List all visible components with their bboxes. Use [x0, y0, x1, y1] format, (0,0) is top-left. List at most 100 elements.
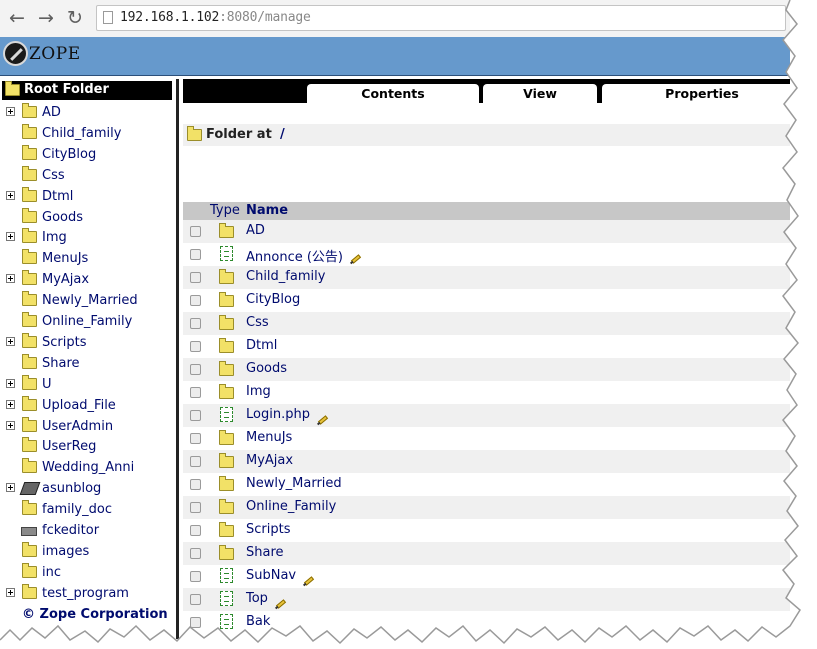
sidebar-item[interactable]: Newly_Married: [0, 291, 176, 312]
sidebar-item[interactable]: Child_family: [0, 123, 176, 145]
folder-icon[interactable]: [219, 476, 234, 491]
row-name-link[interactable]: Scripts: [246, 522, 290, 537]
expand-plus-icon[interactable]: [6, 232, 15, 242]
row-name-link[interactable]: CityBlog: [246, 292, 300, 307]
address-url[interactable]: 192.168.1.102:8080/manage: [120, 10, 311, 25]
pencil-icon[interactable]: [317, 415, 329, 425]
expand-plus-icon[interactable]: [6, 336, 15, 346]
row-name-link[interactable]: Newly_Married: [246, 476, 342, 491]
reload-icon[interactable]: ↻: [65, 8, 85, 28]
row-select-checkbox[interactable]: [190, 410, 201, 421]
row-name-link[interactable]: Online_Family: [246, 499, 336, 514]
zope-logo-icon[interactable]: [3, 41, 28, 66]
sidebar-item[interactable]: Dtml: [0, 186, 176, 208]
row-select-checkbox[interactable]: [190, 525, 201, 536]
sidebar-item[interactable]: UserAdmin: [0, 416, 176, 438]
row-name-link[interactable]: Goods: [246, 361, 287, 376]
file-icon[interactable]: [220, 407, 233, 422]
sidebar-item[interactable]: Img: [0, 228, 176, 249]
file-icon[interactable]: [220, 614, 233, 629]
sidebar-item[interactable]: Goods: [0, 207, 176, 229]
sidebar-item[interactable]: inc: [0, 562, 176, 584]
expand-plus-icon[interactable]: [6, 587, 15, 597]
sidebar-item[interactable]: fckeditor: [0, 521, 176, 542]
row-name-link[interactable]: Child_family: [246, 269, 325, 284]
sidebar-item[interactable]: Share: [0, 353, 176, 375]
sidebar-item[interactable]: UserReg: [0, 437, 176, 458]
row-select-checkbox[interactable]: [190, 433, 201, 444]
row-select-checkbox[interactable]: [190, 594, 201, 605]
sidebar-item[interactable]: CityBlog: [0, 144, 176, 166]
row-name-link[interactable]: Login.php: [246, 407, 310, 422]
row-select-checkbox[interactable]: [190, 617, 201, 628]
row-select-checkbox[interactable]: [190, 387, 201, 398]
sidebar-item[interactable]: Css: [0, 165, 176, 187]
row-select-checkbox[interactable]: [190, 272, 201, 283]
folder-icon[interactable]: [219, 292, 234, 307]
sidebar-item[interactable]: asunblog: [0, 479, 176, 500]
expand-plus-icon[interactable]: [6, 483, 15, 493]
row-select-checkbox[interactable]: [190, 341, 201, 352]
row-name-link[interactable]: Img: [246, 384, 271, 399]
folder-icon[interactable]: [219, 223, 234, 238]
row-select-checkbox[interactable]: [190, 364, 201, 375]
row-select-checkbox[interactable]: [190, 571, 201, 582]
expand-plus-icon[interactable]: [6, 274, 15, 284]
location-root-link[interactable]: /: [280, 127, 285, 142]
expand-plus-icon[interactable]: [6, 378, 15, 388]
row-name-link[interactable]: Top: [246, 591, 268, 606]
row-name-link[interactable]: Css: [246, 315, 269, 330]
column-name-header[interactable]: Name: [246, 203, 288, 218]
folder-icon[interactable]: [219, 384, 234, 399]
sidebar-item[interactable]: AD: [0, 103, 176, 124]
folder-icon[interactable]: [219, 499, 234, 514]
folder-icon[interactable]: [219, 338, 234, 353]
sidebar-item[interactable]: images: [0, 541, 176, 563]
folder-icon[interactable]: [219, 545, 234, 560]
pencil-icon[interactable]: [350, 254, 362, 264]
row-name-link[interactable]: MyAjax: [246, 453, 293, 468]
tab-view[interactable]: View: [483, 84, 597, 103]
sidebar-item[interactable]: Scripts: [0, 332, 176, 354]
row-select-checkbox[interactable]: [190, 548, 201, 559]
copyright-link[interactable]: © Zope Corporation: [22, 607, 168, 622]
folder-icon[interactable]: [219, 522, 234, 537]
address-bar[interactable]: 192.168.1.102:8080/manage: [96, 5, 786, 31]
file-icon[interactable]: [220, 246, 233, 261]
sidebar-item[interactable]: test_program: [0, 583, 176, 605]
sidebar-item[interactable]: MenuJs: [0, 249, 176, 270]
pencil-icon[interactable]: [303, 576, 315, 586]
tab-properties[interactable]: Properties: [602, 84, 790, 103]
row-name-link[interactable]: Bak: [246, 614, 270, 629]
file-icon[interactable]: [220, 591, 233, 606]
sidebar-item[interactable]: family_doc: [0, 500, 176, 521]
expand-plus-icon[interactable]: [6, 107, 15, 116]
expand-plus-icon[interactable]: [6, 399, 15, 409]
row-select-checkbox[interactable]: [190, 479, 201, 490]
row-select-checkbox[interactable]: [190, 249, 201, 260]
row-select-checkbox[interactable]: [190, 295, 201, 306]
folder-icon[interactable]: [219, 453, 234, 468]
sidebar-item[interactable]: U: [0, 374, 176, 396]
row-name-link[interactable]: MenuJs: [246, 430, 292, 445]
row-select-checkbox[interactable]: [190, 502, 201, 513]
row-select-checkbox[interactable]: [190, 456, 201, 467]
file-icon[interactable]: [220, 568, 233, 583]
sidebar-item[interactable]: Upload_File: [0, 395, 176, 417]
pencil-icon[interactable]: [275, 599, 287, 609]
folder-icon[interactable]: [219, 269, 234, 284]
expand-plus-icon[interactable]: [6, 420, 15, 430]
folder-icon[interactable]: [219, 361, 234, 376]
column-type-header[interactable]: Type: [210, 203, 240, 218]
expand-plus-icon[interactable]: [6, 190, 15, 200]
folder-icon[interactable]: [219, 430, 234, 445]
tab-contents[interactable]: Contents: [307, 84, 479, 103]
forward-arrow-icon[interactable]: →: [36, 8, 56, 28]
row-name-link[interactable]: Dtml: [246, 338, 277, 353]
row-name-link[interactable]: Share: [246, 545, 284, 560]
row-name-link[interactable]: AD: [246, 223, 265, 238]
sidebar-item[interactable]: Online_Family: [0, 312, 176, 333]
tree-root-folder[interactable]: Root Folder: [2, 81, 172, 100]
zope-logo-text[interactable]: ZOPE: [29, 44, 81, 64]
sidebar-item[interactable]: MyAjax: [0, 270, 176, 291]
